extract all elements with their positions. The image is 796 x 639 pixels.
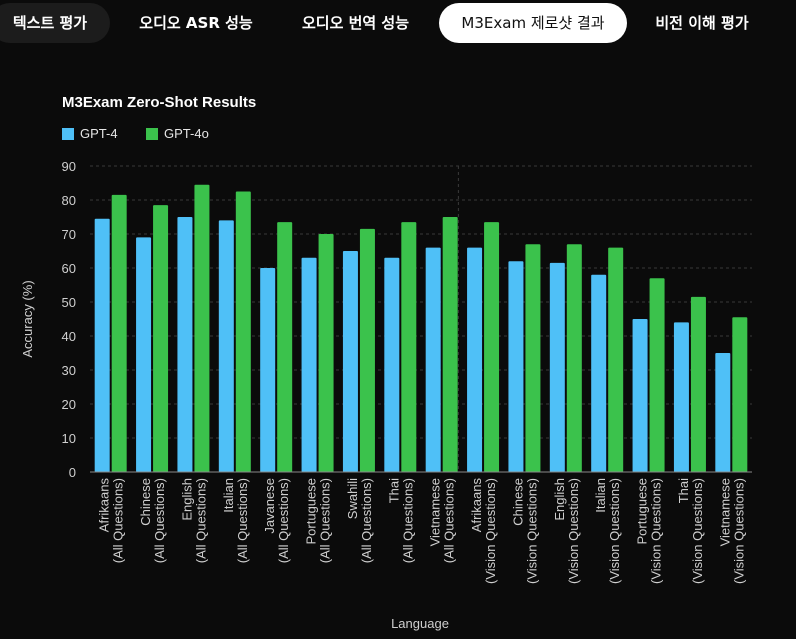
- bar-gpt4: [384, 257, 400, 472]
- bar-gpt4o: [566, 244, 582, 472]
- x-tick-label: Portuguese (All Questions): [304, 478, 333, 563]
- x-tick-language: English: [552, 478, 567, 521]
- bar-gpt4: [673, 322, 689, 472]
- x-tick-label: Thai (All Questions): [386, 478, 415, 563]
- y-axis-label: Accuracy (%): [20, 280, 35, 357]
- x-tick-language: Afrikaans: [97, 478, 112, 533]
- x-tick-label: Thai (Vision Questions): [676, 478, 705, 584]
- y-tick-label: 0: [69, 465, 76, 480]
- y-tick-label: 30: [62, 363, 76, 378]
- bar-gpt4o: [235, 191, 251, 472]
- x-tick-question-type: (All Questions): [193, 478, 208, 563]
- bar-gpt4o: [401, 222, 417, 472]
- x-tick-question-type: (Vision Questions): [731, 478, 746, 584]
- bar-gpt4o: [359, 228, 375, 472]
- bar-gpt4o: [111, 194, 127, 472]
- bar-gpt4o: [484, 222, 500, 472]
- x-tick-label: Afrikaans (Vision Questions): [469, 478, 498, 584]
- y-tick-label: 70: [62, 227, 76, 242]
- y-tick-label: 50: [62, 295, 76, 310]
- x-tick-question-type: (All Questions): [442, 478, 457, 563]
- bar-gpt4: [467, 247, 483, 472]
- x-tick-language: Vietnamese: [428, 478, 443, 546]
- x-tick-language: Thai: [386, 478, 401, 503]
- bar-gpt4o: [277, 222, 293, 472]
- x-tick-label: Italian (All Questions): [221, 478, 250, 563]
- x-tick-label: Javanese (All Questions): [262, 478, 291, 563]
- x-tick-question-type: (All Questions): [152, 478, 167, 563]
- bar-gpt4o: [525, 244, 541, 472]
- x-tick-label: Vietnamese (Vision Questions): [717, 478, 746, 584]
- x-tick-language: Vietnamese: [717, 478, 732, 546]
- x-tick-language: English: [179, 478, 194, 521]
- bar-gpt4: [591, 274, 607, 472]
- x-tick-language: Chinese: [138, 478, 153, 526]
- bar-gpt4: [177, 217, 193, 472]
- x-tick-question-type: (All Questions): [111, 478, 126, 563]
- bar-gpt4: [549, 262, 565, 472]
- bar-gpt4: [342, 251, 358, 472]
- x-tick-label: Chinese (All Questions): [138, 478, 167, 563]
- x-tick-question-type: (Vision Questions): [566, 478, 581, 584]
- x-tick-label: English (All Questions): [179, 478, 208, 563]
- y-tick-label: 80: [62, 193, 76, 208]
- x-tick-language: Afrikaans: [469, 478, 484, 533]
- bar-gpt4o: [318, 234, 334, 472]
- bar-gpt4: [218, 220, 234, 472]
- bar-gpt4: [715, 353, 731, 472]
- bar-gpt4: [260, 268, 276, 472]
- x-tick-question-type: (Vision Questions): [524, 478, 539, 584]
- y-tick-label: 90: [62, 159, 76, 174]
- bar-gpt4o: [649, 278, 665, 472]
- x-tick-label: Vietnamese (All Questions): [428, 478, 457, 563]
- x-tick-question-type: (All Questions): [235, 478, 250, 563]
- x-tick-label: Italian (Vision Questions): [593, 478, 622, 584]
- x-tick-label: Swahili (All Questions): [345, 478, 374, 563]
- bar-chart: 0102030405060708090Afrikaans (All Questio…: [20, 159, 752, 631]
- x-tick-label: English (Vision Questions): [552, 478, 581, 584]
- x-tick-label: Afrikaans (All Questions): [97, 478, 126, 564]
- x-tick-question-type: (Vision Questions): [607, 478, 622, 584]
- x-tick-language: Javanese: [262, 478, 277, 534]
- x-tick-question-type: (All Questions): [276, 478, 291, 563]
- x-tick-language: Italian: [593, 478, 608, 513]
- bar-gpt4o: [153, 205, 169, 472]
- x-tick-question-type: (All Questions): [359, 478, 374, 563]
- x-tick-question-type: (Vision Questions): [649, 478, 664, 584]
- bar-gpt4: [94, 218, 110, 472]
- x-axis-label: Language: [391, 616, 449, 631]
- bar-gpt4: [508, 261, 524, 472]
- x-tick-language: Chinese: [510, 478, 525, 526]
- x-tick-language: Thai: [676, 478, 691, 503]
- x-tick-language: Portuguese: [635, 478, 650, 545]
- x-tick-label: Portuguese (Vision Questions): [635, 478, 664, 584]
- x-tick-question-type: (All Questions): [318, 478, 333, 563]
- bar-gpt4o: [442, 217, 458, 472]
- y-tick-label: 40: [62, 329, 76, 344]
- bar-gpt4o: [608, 247, 624, 472]
- x-tick-label: Chinese (Vision Questions): [510, 478, 539, 584]
- bar-gpt4o: [194, 184, 210, 472]
- bar-gpt4o: [732, 317, 748, 472]
- y-tick-label: 20: [62, 397, 76, 412]
- y-tick-label: 10: [62, 431, 76, 446]
- x-tick-language: Portuguese: [304, 478, 319, 545]
- y-tick-label: 60: [62, 261, 76, 276]
- x-tick-language: Swahili: [345, 478, 360, 519]
- bar-gpt4: [301, 257, 317, 472]
- x-tick-question-type: (Vision Questions): [483, 478, 498, 584]
- bar-gpt4o: [690, 296, 706, 472]
- x-tick-question-type: (All Questions): [400, 478, 415, 563]
- x-tick-language: Italian: [221, 478, 236, 513]
- bar-gpt4: [632, 319, 648, 472]
- x-tick-question-type: (Vision Questions): [690, 478, 705, 584]
- bar-gpt4: [425, 247, 441, 472]
- bar-gpt4: [136, 237, 152, 472]
